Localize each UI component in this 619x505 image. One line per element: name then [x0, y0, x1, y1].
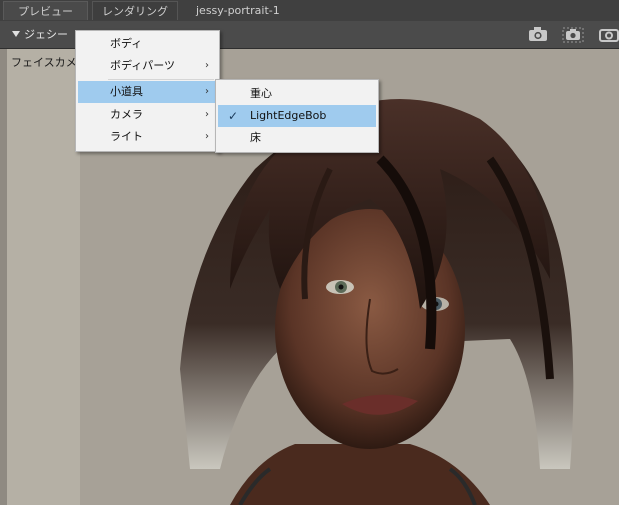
tab-render[interactable]: レンダリング [92, 1, 178, 20]
submenu-item-lightedgebob[interactable]: ✓ LightEdgeBob [218, 105, 376, 127]
submenu-arrow-icon: › [205, 86, 209, 97]
viewport-rail [0, 49, 7, 505]
document-tab-bar: プレビュー レンダリング jessy-portrait-1 [0, 0, 619, 22]
camera-select-icon[interactable] [562, 25, 584, 43]
menu-item-body[interactable]: ボディ [78, 33, 217, 55]
figure-selector[interactable]: ジェシー [12, 26, 68, 43]
submenu-item-center-of-mass[interactable]: 重心 [218, 83, 376, 105]
submenu-arrow-icon: › [205, 131, 209, 142]
submenu-arrow-icon: › [205, 109, 209, 120]
props-submenu: 重心 ✓ LightEdgeBob 床 [215, 79, 379, 153]
context-menu: ボディ ボディパーツ › 小道具 › カメラ › ライト › [75, 30, 220, 152]
figure-selector-label: ジェシー [24, 28, 68, 41]
tab-preview[interactable]: プレビュー [3, 1, 88, 20]
checkmark-icon: ✓ [228, 109, 239, 123]
camera-partial-icon[interactable] [598, 25, 619, 43]
camera-icon[interactable] [527, 25, 549, 43]
viewport-side-strip [0, 49, 80, 505]
menu-separator [108, 79, 214, 80]
tab-document-title[interactable]: jessy-portrait-1 [182, 1, 312, 20]
submenu-item-floor[interactable]: 床 [218, 127, 376, 149]
submenu-arrow-icon: › [205, 60, 209, 71]
menu-item-camera[interactable]: カメラ › [78, 104, 217, 126]
menu-item-lights[interactable]: ライト › [78, 126, 217, 148]
menu-item-body-parts[interactable]: ボディパーツ › [78, 55, 217, 77]
dropdown-triangle-icon [12, 31, 20, 37]
menu-item-props[interactable]: 小道具 › [78, 81, 217, 103]
